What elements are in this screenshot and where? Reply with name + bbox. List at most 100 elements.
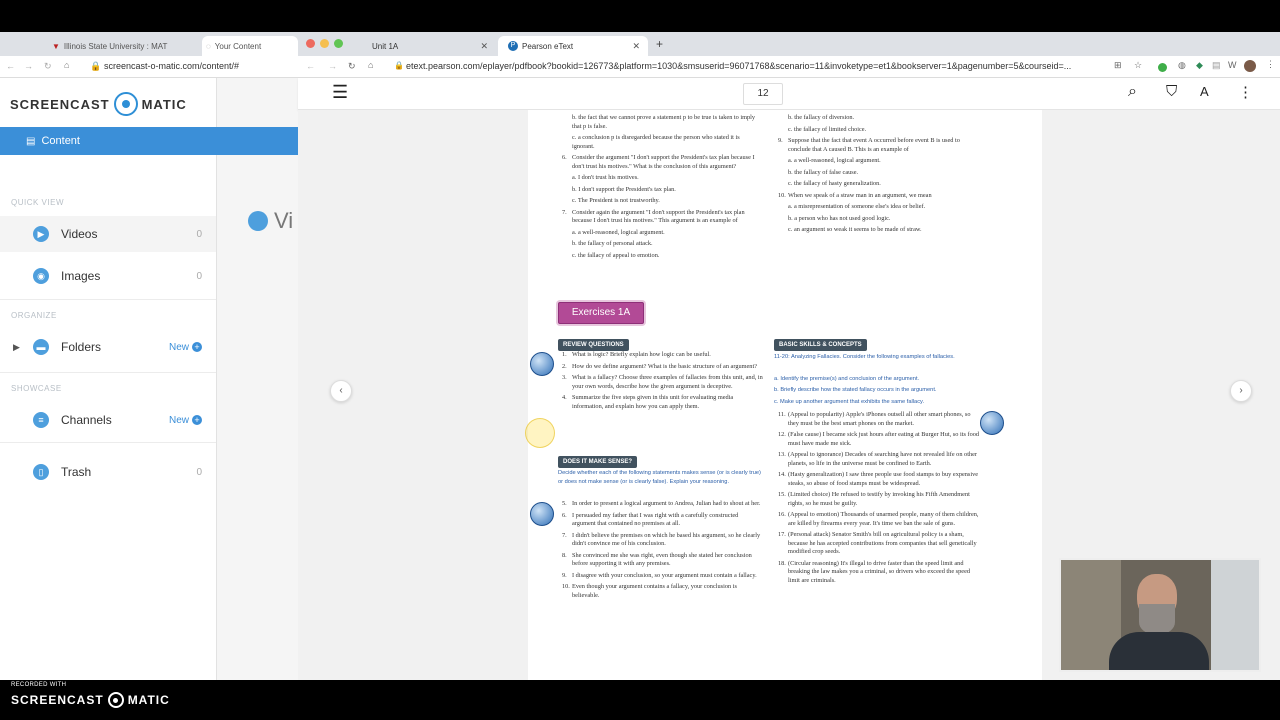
- back-arrow-icon[interactable]: ←: [306, 61, 315, 71]
- webcam-beard: [1139, 604, 1175, 634]
- close-tab-icon[interactable]: ✕: [632, 41, 640, 52]
- tab-title: Your Content: [214, 41, 262, 51]
- star-icon[interactable]: ☆: [1134, 60, 1142, 71]
- list-item: 13. (Appeal to ignorance) Decades of sear…: [778, 451, 977, 467]
- list-item: 11. (Appeal to popularity) Apple's iPhone…: [778, 411, 971, 427]
- question-text: I didn't believe the premises on which h…: [572, 531, 761, 548]
- list-item: 7. Consider again the argument "I don't s…: [562, 208, 745, 225]
- text-size-icon[interactable]: A: [1200, 84, 1209, 99]
- list-item: c. a conclusion p is disregarded because…: [572, 134, 740, 150]
- tab-your-content[interactable]: ◌ Your Content: [202, 36, 298, 56]
- tab-unit-1a[interactable]: Unit 1A ✕: [362, 36, 496, 56]
- new-folder-button[interactable]: New +: [169, 342, 202, 353]
- review-questions-header: REVIEW QUESTIONS: [558, 339, 629, 352]
- avatar[interactable]: [1244, 60, 1256, 72]
- sidebar-item-label: Channels: [61, 413, 112, 427]
- basic-intro: 11-20: Analyzing Fallacies. Consider the…: [774, 354, 955, 360]
- new-tab-button[interactable]: +: [656, 37, 663, 51]
- reload-icon[interactable]: ↻: [44, 61, 52, 72]
- question-text: (Appeal to ignorance) Decades of searchi…: [788, 451, 977, 467]
- home-icon[interactable]: ⌂: [368, 60, 373, 70]
- folder-icon: ▬: [33, 339, 49, 355]
- trash-icon: ▯: [33, 464, 49, 480]
- maximize-window-button[interactable]: [334, 39, 343, 48]
- list-item: 3. What is a fallacy? Choose three exampl…: [562, 374, 763, 390]
- sidebar-item-channels[interactable]: ≡ Channels New +: [0, 402, 216, 438]
- back-url-text[interactable]: screencast-o-matic.com/content/#: [104, 61, 239, 71]
- question-text: I persuaded my father that I was right w…: [572, 511, 739, 528]
- reload-icon[interactable]: ↻: [348, 61, 356, 72]
- top-right-column: b. the fallacy of diversion. c. the fall…: [774, 114, 979, 238]
- list-item: 1. What is logic? Briefly explain how log…: [562, 351, 711, 358]
- tab-pearson-etext[interactable]: P Pearson eText ✕: [498, 36, 648, 56]
- question-text: (Limited choice) He refused to testify b…: [788, 491, 970, 507]
- list-item: 6. I persuaded my father that I was right…: [562, 511, 739, 528]
- screencast-logo[interactable]: SCREENCAST MATIC: [10, 92, 187, 116]
- close-window-button[interactable]: [306, 39, 315, 48]
- sidebar-item-images[interactable]: ◉ Images 0: [0, 258, 216, 294]
- front-url-text[interactable]: etext.pearson.com/eplayer/pdfbook?bookid…: [406, 61, 1104, 71]
- extension-icon[interactable]: W: [1228, 60, 1237, 70]
- screencast-page: SCREENCAST MATIC QUICK VIEW ▶ Videos 0 ◉…: [0, 78, 298, 680]
- sidebar-item-trash[interactable]: ▯ Trash 0: [0, 454, 216, 490]
- tab-illinois-state[interactable]: ▼ Illinois State University : MAT: [52, 36, 200, 56]
- previous-page-button[interactable]: ‹: [330, 380, 352, 402]
- page-title-text: Vi: [274, 208, 294, 233]
- hamburger-menu-icon[interactable]: ☰: [332, 82, 348, 103]
- pearson-favicon-icon: P: [508, 41, 518, 51]
- content-header[interactable]: ▤ Content: [0, 127, 298, 155]
- list-item: 10. Even though your argument contains a …: [562, 583, 737, 599]
- extension-icon[interactable]: ◍: [1178, 60, 1186, 71]
- new-channel-button[interactable]: New +: [169, 415, 202, 426]
- list-item: 10. When we speak of a straw man in an ar…: [778, 191, 932, 199]
- question-text: (Circular reasoning) It's illegal to dri…: [788, 559, 971, 584]
- list-item: b. Briefly describe how the stated falla…: [774, 387, 937, 394]
- question-text: Even though your argument contains a fal…: [572, 583, 737, 599]
- question-text: (Personal attack) Senator Smith's bill o…: [788, 531, 977, 555]
- watermark-left-text: SCREENCAST: [11, 693, 104, 707]
- list-item: 15. (Limited choice) He refused to testif…: [778, 491, 970, 507]
- next-page-button[interactable]: ›: [1230, 380, 1252, 402]
- list-item: 16. (Appeal to emotion) Thousands of unar…: [778, 511, 979, 527]
- list-item: a. a misrepresentation of someone else's…: [788, 203, 926, 210]
- extension-icon[interactable]: ◆: [1196, 60, 1203, 71]
- exercises-heading: Exercises 1A: [558, 302, 644, 324]
- etext-toolbar: ☰ 12 ⌕ ⛉ A ⋮: [298, 78, 1280, 110]
- search-icon[interactable]: ⌕: [1128, 83, 1137, 101]
- sidebar-item-videos[interactable]: ▶ Videos 0: [0, 216, 216, 252]
- page-number-input[interactable]: 12: [743, 83, 783, 105]
- lock-icon: 🔒: [394, 61, 404, 70]
- plus-icon: +: [192, 342, 202, 352]
- forward-arrow-icon[interactable]: →: [24, 61, 33, 71]
- bookmark-icon[interactable]: ⛉: [1166, 83, 1177, 100]
- lock-icon: 🔒: [90, 61, 102, 71]
- extension-icon[interactable]: ⊞: [1114, 60, 1122, 71]
- list-item: 9. I disagree with your conclusion, so yo…: [562, 571, 757, 579]
- back-address-bar: ← → ↻ ⌂ 🔒 screencast-o-matic.com/content…: [0, 56, 298, 78]
- back-tab-strip: ▼ Illinois State University : MAT ◌ Your…: [0, 32, 298, 56]
- question-text: When we speak of a straw man in an argum…: [788, 191, 932, 199]
- basic-skills-header: BASIC SKILLS & CONCEPTS: [774, 339, 867, 352]
- webcam-overlay: [1059, 558, 1261, 672]
- sidebar-item-folders[interactable]: ▶ ▬ Folders New +: [0, 329, 216, 365]
- globe-icon: [980, 411, 1004, 435]
- question-text: In order to present a logical argument t…: [572, 500, 761, 507]
- video-camera-icon: ▶: [33, 226, 49, 242]
- more-options-icon[interactable]: ⋮: [1238, 83, 1253, 101]
- recording-footer: [0, 680, 1280, 720]
- close-tab-icon[interactable]: ✕: [480, 41, 488, 52]
- back-arrow-icon[interactable]: ←: [6, 61, 15, 71]
- favicon-icon: ▼: [52, 41, 60, 51]
- extension-icon[interactable]: ▤: [1212, 60, 1221, 71]
- list-item: 8. She convinced me she was right, even t…: [562, 551, 752, 568]
- chevron-right-icon[interactable]: ▶: [13, 342, 20, 353]
- forward-arrow-icon[interactable]: →: [328, 61, 337, 71]
- minimize-window-button[interactable]: [320, 39, 329, 48]
- basic-steps: a. Identify the premise(s) and conclusio…: [774, 374, 979, 408]
- menu-dots-icon[interactable]: ⋮: [1266, 59, 1275, 70]
- new-label: New: [168, 414, 189, 426]
- images-count: 0: [196, 270, 202, 282]
- home-icon[interactable]: ⌂: [64, 60, 69, 70]
- list-item: c. the fallacy of limited choice.: [788, 125, 867, 133]
- extension-green-icon[interactable]: [1158, 63, 1167, 72]
